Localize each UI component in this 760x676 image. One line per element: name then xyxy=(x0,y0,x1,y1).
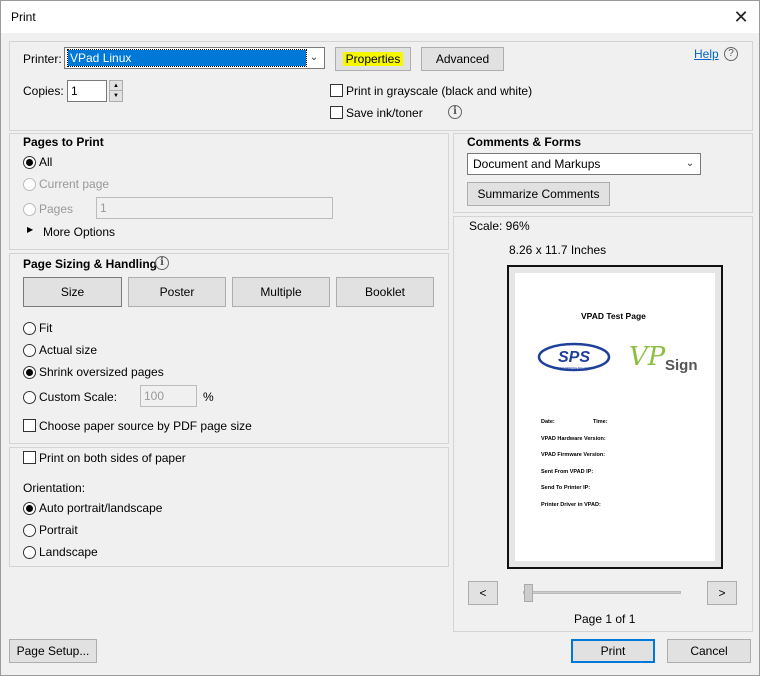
page-slider-track[interactable] xyxy=(523,591,681,594)
help-question-icon[interactable]: ? xyxy=(724,47,738,61)
print-button[interactable]: Print xyxy=(571,639,655,663)
tab-poster[interactable]: Poster xyxy=(128,277,226,307)
fit-radio[interactable] xyxy=(23,322,36,335)
preview-field-driver: Printer Driver in VPAD: xyxy=(541,502,601,508)
sps-logo-text: SPS xyxy=(558,349,590,366)
printer-select-value: VPad Linux xyxy=(67,49,307,67)
summarize-comments-button[interactable]: Summarize Comments xyxy=(467,182,610,206)
expand-triangle-icon[interactable]: ▶ xyxy=(27,225,33,234)
paper-source-checkbox[interactable] xyxy=(23,419,36,432)
landscape-radio[interactable] xyxy=(23,546,36,559)
current-page-label: Current page xyxy=(39,177,110,191)
all-pages-radio[interactable] xyxy=(23,156,36,169)
preview-field-hardware: VPAD Hardware Version: xyxy=(541,436,606,442)
more-options-label[interactable]: More Options xyxy=(43,225,115,239)
info-icon[interactable]: i xyxy=(155,256,169,270)
custom-scale-radio[interactable] xyxy=(23,391,36,404)
paper-size-text: 8.26 x 11.7 Inches xyxy=(509,243,607,257)
save-ink-checkbox[interactable] xyxy=(330,106,343,119)
actual-size-radio[interactable] xyxy=(23,344,36,357)
page-slider-thumb[interactable] xyxy=(524,584,533,602)
grayscale-label: Print in grayscale (black and white) xyxy=(346,84,533,98)
portrait-radio[interactable] xyxy=(23,524,36,537)
next-page-button[interactable]: > xyxy=(707,581,737,605)
grayscale-checkbox[interactable] xyxy=(330,84,343,97)
page-setup-button[interactable]: Page Setup... xyxy=(9,639,97,663)
info-icon[interactable]: i xyxy=(448,105,462,119)
comments-forms-heading: Comments & Forms xyxy=(467,135,582,149)
fit-label: Fit xyxy=(39,321,53,335)
advanced-button[interactable]: Advanced xyxy=(421,47,504,71)
both-sides-label: Print on both sides of paper xyxy=(39,451,186,465)
properties-button[interactable]: Properties xyxy=(335,47,411,71)
printer-select[interactable]: VPad Linux ⌄ xyxy=(64,47,325,69)
preview-field-sent-from: Sent From VPAD IP: xyxy=(541,469,594,475)
comments-forms-select[interactable]: Document and Markups ⌄ xyxy=(467,153,701,175)
tab-size[interactable]: Size xyxy=(23,277,122,307)
actual-size-label: Actual size xyxy=(39,343,98,357)
current-page-radio[interactable] xyxy=(23,178,36,191)
copies-stepper[interactable]: ▲ ▼ xyxy=(109,80,123,102)
chevron-down-icon: ⌄ xyxy=(309,52,319,63)
preview-page-title: VPAD Test Page xyxy=(581,311,646,321)
page-sizing-heading: Page Sizing & Handling xyxy=(23,257,158,271)
scale-text: Scale: 96% xyxy=(469,219,530,233)
tab-multiple[interactable]: Multiple xyxy=(232,277,330,307)
auto-orientation-label: Auto portrait/landscape xyxy=(39,501,163,515)
pages-range-input[interactable]: 1 xyxy=(96,197,333,219)
preview-page: VPAD Test Page SPS SMART PRINTING SOLUTI… xyxy=(515,273,715,561)
auto-orientation-radio[interactable] xyxy=(23,502,36,515)
window-title: Print xyxy=(11,10,36,24)
save-ink-label: Save ink/toner xyxy=(346,106,423,120)
landscape-label: Landscape xyxy=(39,545,98,559)
both-sides-checkbox[interactable] xyxy=(23,451,36,464)
page-indicator: Page 1 of 1 xyxy=(574,612,636,626)
vpsign-logo: VP Sign xyxy=(629,342,698,374)
sps-logo-subtitle: SMART PRINTING SOLUTIONS xyxy=(556,367,593,370)
stepper-up-icon[interactable]: ▲ xyxy=(110,81,122,91)
orientation-label: Orientation: xyxy=(23,481,86,495)
portrait-label: Portrait xyxy=(39,523,78,537)
tab-booklet[interactable]: Booklet xyxy=(336,277,434,307)
shrink-oversized-label: Shrink oversized pages xyxy=(39,365,164,379)
preview-field-date: Date: xyxy=(541,419,555,425)
printer-label: Printer: xyxy=(23,52,62,66)
help-link[interactable]: Help xyxy=(694,47,719,61)
close-icon[interactable]: ✕ xyxy=(729,5,753,29)
stepper-down-icon[interactable]: ▼ xyxy=(110,91,122,101)
custom-scale-input[interactable]: 100 xyxy=(140,385,197,407)
cancel-button[interactable]: Cancel xyxy=(667,639,751,663)
copies-input[interactable]: 1 xyxy=(67,80,107,102)
print-dialog: Print ✕ Printer: VPad Linux ⌄ Properties… xyxy=(0,0,760,676)
chevron-down-icon: ⌄ xyxy=(685,158,695,169)
pages-to-print-heading: Pages to Print xyxy=(23,135,104,149)
preview-field-send-to: Send To Printer IP: xyxy=(541,485,591,491)
preview-field-firmware: VPAD Firmware Version: xyxy=(541,452,606,458)
copies-label: Copies: xyxy=(23,84,64,98)
previous-page-button[interactable]: < xyxy=(468,581,498,605)
pages-range-radio[interactable] xyxy=(23,203,36,216)
comments-forms-value: Document and Markups xyxy=(473,157,601,171)
paper-source-label: Choose paper source by PDF page size xyxy=(39,419,252,433)
vpsign-logo-sign: Sign xyxy=(665,357,698,374)
vpsign-logo-letters: VP xyxy=(629,342,666,372)
custom-scale-label: Custom Scale: xyxy=(39,390,118,404)
title-bar: Print ✕ xyxy=(1,1,759,33)
all-pages-label: All xyxy=(39,155,53,169)
pages-range-label: Pages xyxy=(39,202,74,216)
preview-field-time: Time: xyxy=(593,419,608,425)
sps-logo: SPS SMART PRINTING SOLUTIONS xyxy=(537,342,611,372)
shrink-oversized-radio[interactable] xyxy=(23,366,36,379)
page-preview: VPAD Test Page SPS SMART PRINTING SOLUTI… xyxy=(507,265,723,569)
percent-label: % xyxy=(203,390,214,404)
